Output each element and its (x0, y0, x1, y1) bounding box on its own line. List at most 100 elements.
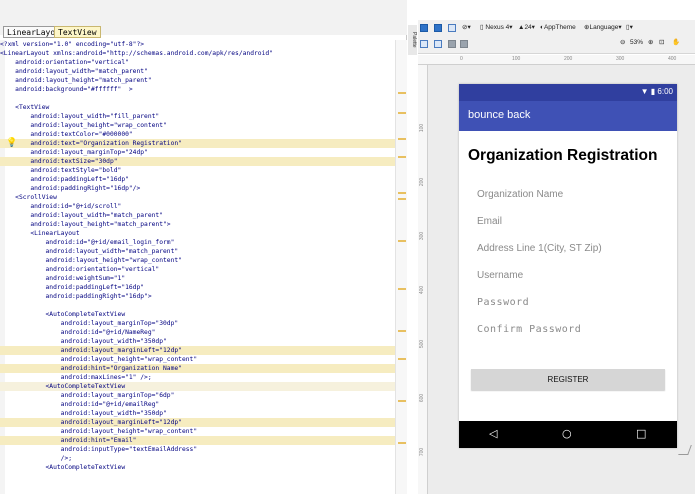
code-line[interactable]: android:maxLines="1" />; (0, 373, 395, 382)
code-line[interactable]: android:layout_width="fill_parent" (0, 112, 395, 121)
zoom-in-icon[interactable]: ⊕ (648, 38, 653, 48)
code-line[interactable]: android:inputType="textEmailAddress" (0, 445, 395, 454)
code-line[interactable]: android:layout_width="match_parent" (0, 67, 395, 76)
code-line[interactable]: <TextView (0, 103, 395, 112)
code-area[interactable]: <?xml version="1.0" encoding="utf-8"?> <L… (0, 40, 395, 494)
code-line[interactable]: android:text="Organization Registration" (0, 139, 395, 148)
back-icon[interactable]: ◁ (489, 427, 497, 441)
code-line[interactable]: android:weightSum="1" (0, 274, 395, 283)
password-field[interactable]: Password (477, 297, 529, 308)
api-selector[interactable]: ▲24▾ (518, 23, 535, 33)
code-line[interactable]: <ScrollView (0, 193, 395, 202)
code-line[interactable]: android:layout_height="wrap_content" (0, 256, 395, 265)
autoconnect-icon[interactable] (434, 40, 442, 48)
warning-marker[interactable] (398, 112, 406, 114)
ruler-tick: 700 (419, 447, 426, 457)
code-line[interactable]: android:layout_marginLeft="12dp" (0, 418, 395, 427)
warning-marker[interactable] (398, 288, 406, 290)
xml-editor-pane[interactable]: LinearLayout TextView <?xml version="1.0… (0, 0, 407, 494)
recents-icon[interactable]: □ (636, 427, 646, 441)
code-line[interactable]: <LinearLayout xmlns:android="http://sche… (0, 49, 395, 58)
warning-marker[interactable] (398, 198, 406, 200)
code-line[interactable]: <?xml version="1.0" encoding="utf-8"?> (0, 40, 395, 49)
app-title: bounce back (468, 109, 531, 121)
editor-marker-strip[interactable] (395, 40, 407, 494)
layout-variant-icon[interactable]: ▯▾ (626, 23, 633, 33)
split-view-icon[interactable] (448, 24, 456, 32)
code-line[interactable]: android:paddingRight="16dp"/> (0, 184, 395, 193)
code-line[interactable]: android:paddingLeft="16dp" (0, 283, 395, 292)
pan-icon[interactable]: ✋ (672, 38, 680, 48)
code-line[interactable]: android:hint="Email" (0, 436, 395, 445)
code-line[interactable]: android:id="@+id/emailReg" (0, 400, 395, 409)
code-line[interactable]: android:paddingRight="16dp"> (0, 292, 395, 301)
api-level: 24 (524, 24, 532, 31)
code-line[interactable]: <AutoCompleteTextView (0, 310, 395, 319)
code-line[interactable]: <AutoCompleteTextView (0, 382, 395, 391)
code-line[interactable]: />; (0, 454, 395, 463)
code-line[interactable]: android:layout_height="wrap_content" (0, 355, 395, 364)
code-line[interactable]: android:layout_width="match_parent" (0, 247, 395, 256)
orientation-icon[interactable]: ⊘▾ (462, 23, 471, 33)
breadcrumb-textview[interactable]: TextView (54, 26, 101, 38)
warning-marker[interactable] (398, 358, 406, 360)
code-line[interactable]: android:layout_height="wrap_content" (0, 121, 395, 130)
code-line[interactable]: android:layout_marginTop="24dp" (0, 148, 395, 157)
code-line[interactable]: android:id="@+id/scroll" (0, 202, 395, 211)
code-line[interactable]: android:hint="Organization Name" (0, 364, 395, 373)
warning-marker[interactable] (398, 400, 406, 402)
zoom-out-icon[interactable]: ⊖ (620, 38, 625, 48)
code-line[interactable]: android:textColor="#000000" (0, 130, 395, 139)
code-line[interactable]: <LinearLayout (0, 229, 395, 238)
code-line[interactable]: android:textStyle="bold" (0, 166, 395, 175)
code-line[interactable]: android:layout_height="match_parent"> (0, 220, 395, 229)
device-preview[interactable]: ▼ ▮ 6:00 bounce back Organization Regist… (459, 84, 677, 448)
lightbulb-icon[interactable]: 💡 (6, 137, 17, 148)
code-line[interactable]: android:layout_width="match_parent" (0, 211, 395, 220)
home-icon[interactable]: ○ (562, 427, 572, 441)
code-line[interactable]: android:paddingLeft="16dp" (0, 175, 395, 184)
code-line[interactable]: android:layout_marginLeft="12dp" (0, 346, 395, 355)
device-selector[interactable]: ▯ Nexus 4▾ (480, 23, 513, 33)
code-line[interactable]: android:layout_marginTop="30dp" (0, 319, 395, 328)
warning-marker[interactable] (398, 192, 406, 194)
code-line[interactable]: android:id="@+id/email_login_form" (0, 238, 395, 247)
code-line[interactable]: android:layout_width="350dp" (0, 409, 395, 418)
warning-marker[interactable] (398, 138, 406, 140)
register-button[interactable]: REGISTER (471, 369, 665, 390)
address-field[interactable]: Address Line 1(City, ST Zip) (477, 243, 602, 254)
code-line[interactable] (0, 94, 395, 103)
code-line[interactable]: android:textSize="30dp" (0, 157, 395, 166)
show-constraints-icon[interactable] (420, 40, 428, 48)
code-line[interactable]: android:layout_height="match_parent" (0, 76, 395, 85)
design-view-icon[interactable] (420, 24, 428, 32)
infer-constraints-icon[interactable] (460, 40, 468, 48)
theme-selector[interactable]: ◐AppTheme (540, 23, 576, 33)
warning-marker[interactable] (398, 92, 406, 94)
page-title[interactable]: Organization Registration (468, 147, 657, 165)
warning-marker[interactable] (398, 240, 406, 242)
code-line[interactable]: android:layout_height="wrap_content" (0, 427, 395, 436)
code-line[interactable] (0, 301, 395, 310)
code-line[interactable]: android:orientation="vertical" (0, 58, 395, 67)
blueprint-view-icon[interactable] (434, 24, 442, 32)
wifi-icon: ▼ (640, 87, 649, 96)
code-line[interactable]: android:layout_marginTop="6dp" (0, 391, 395, 400)
username-field[interactable]: Username (477, 270, 523, 281)
code-line[interactable]: android:background="#ffffff" > (0, 85, 395, 94)
warning-marker[interactable] (398, 330, 406, 332)
code-line[interactable]: android:orientation="vertical" (0, 265, 395, 274)
warning-marker[interactable] (398, 442, 406, 444)
code-line[interactable]: android:id="@+id/NameReg" (0, 328, 395, 337)
palette-side-tab[interactable]: Palette (408, 25, 417, 55)
fit-screen-icon[interactable]: ⊡ (659, 38, 664, 48)
email-field[interactable]: Email (477, 216, 502, 227)
organization-name-field[interactable]: Organization Name (477, 189, 563, 200)
code-line[interactable]: <AutoCompleteTextView (0, 463, 395, 472)
code-line[interactable]: android:layout_width="350dp" (0, 337, 395, 346)
status-bar: ▼ ▮ 6:00 (459, 84, 677, 101)
language-selector[interactable]: ⊕Language▾ (584, 23, 622, 33)
warning-marker[interactable] (398, 156, 406, 158)
clear-constraints-icon[interactable] (448, 40, 456, 48)
confirm-password-field[interactable]: Confirm Password (477, 324, 581, 335)
